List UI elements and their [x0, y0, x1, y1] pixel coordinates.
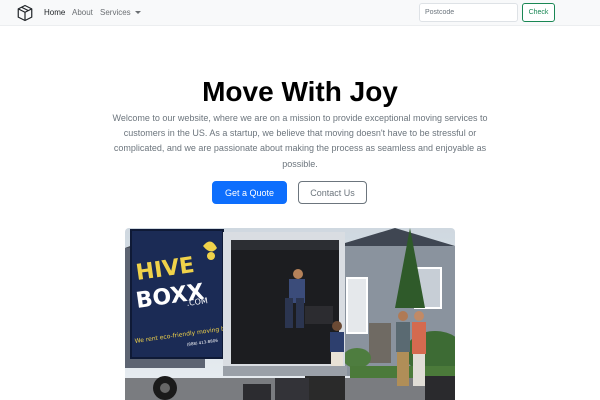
- nav-dropdown-services[interactable]: Services: [100, 7, 141, 18]
- caret-down-icon: [134, 11, 141, 15]
- contact-us-button[interactable]: Contact Us: [298, 181, 367, 204]
- nav-link-home[interactable]: Home: [44, 7, 65, 18]
- check-button[interactable]: Check: [522, 3, 555, 22]
- nav-dropdown-services-label: Services: [100, 8, 131, 17]
- navbar: Home About Services Check: [0, 0, 600, 26]
- get-quote-button[interactable]: Get a Quote: [212, 181, 287, 204]
- hero-description: Welcome to our website, where we are on …: [112, 113, 488, 169]
- hero-title: Move With Joy: [202, 76, 398, 107]
- moving-truck-photo: HIVE BOXX .COM We rent eco-friendly movi…: [125, 228, 455, 400]
- postcode-input[interactable]: [419, 3, 518, 22]
- hero-image: HIVE BOXX .COM We rent eco-friendly movi…: [125, 228, 455, 400]
- nav-link-about[interactable]: About: [72, 7, 93, 18]
- box-logo-icon[interactable]: [16, 4, 34, 22]
